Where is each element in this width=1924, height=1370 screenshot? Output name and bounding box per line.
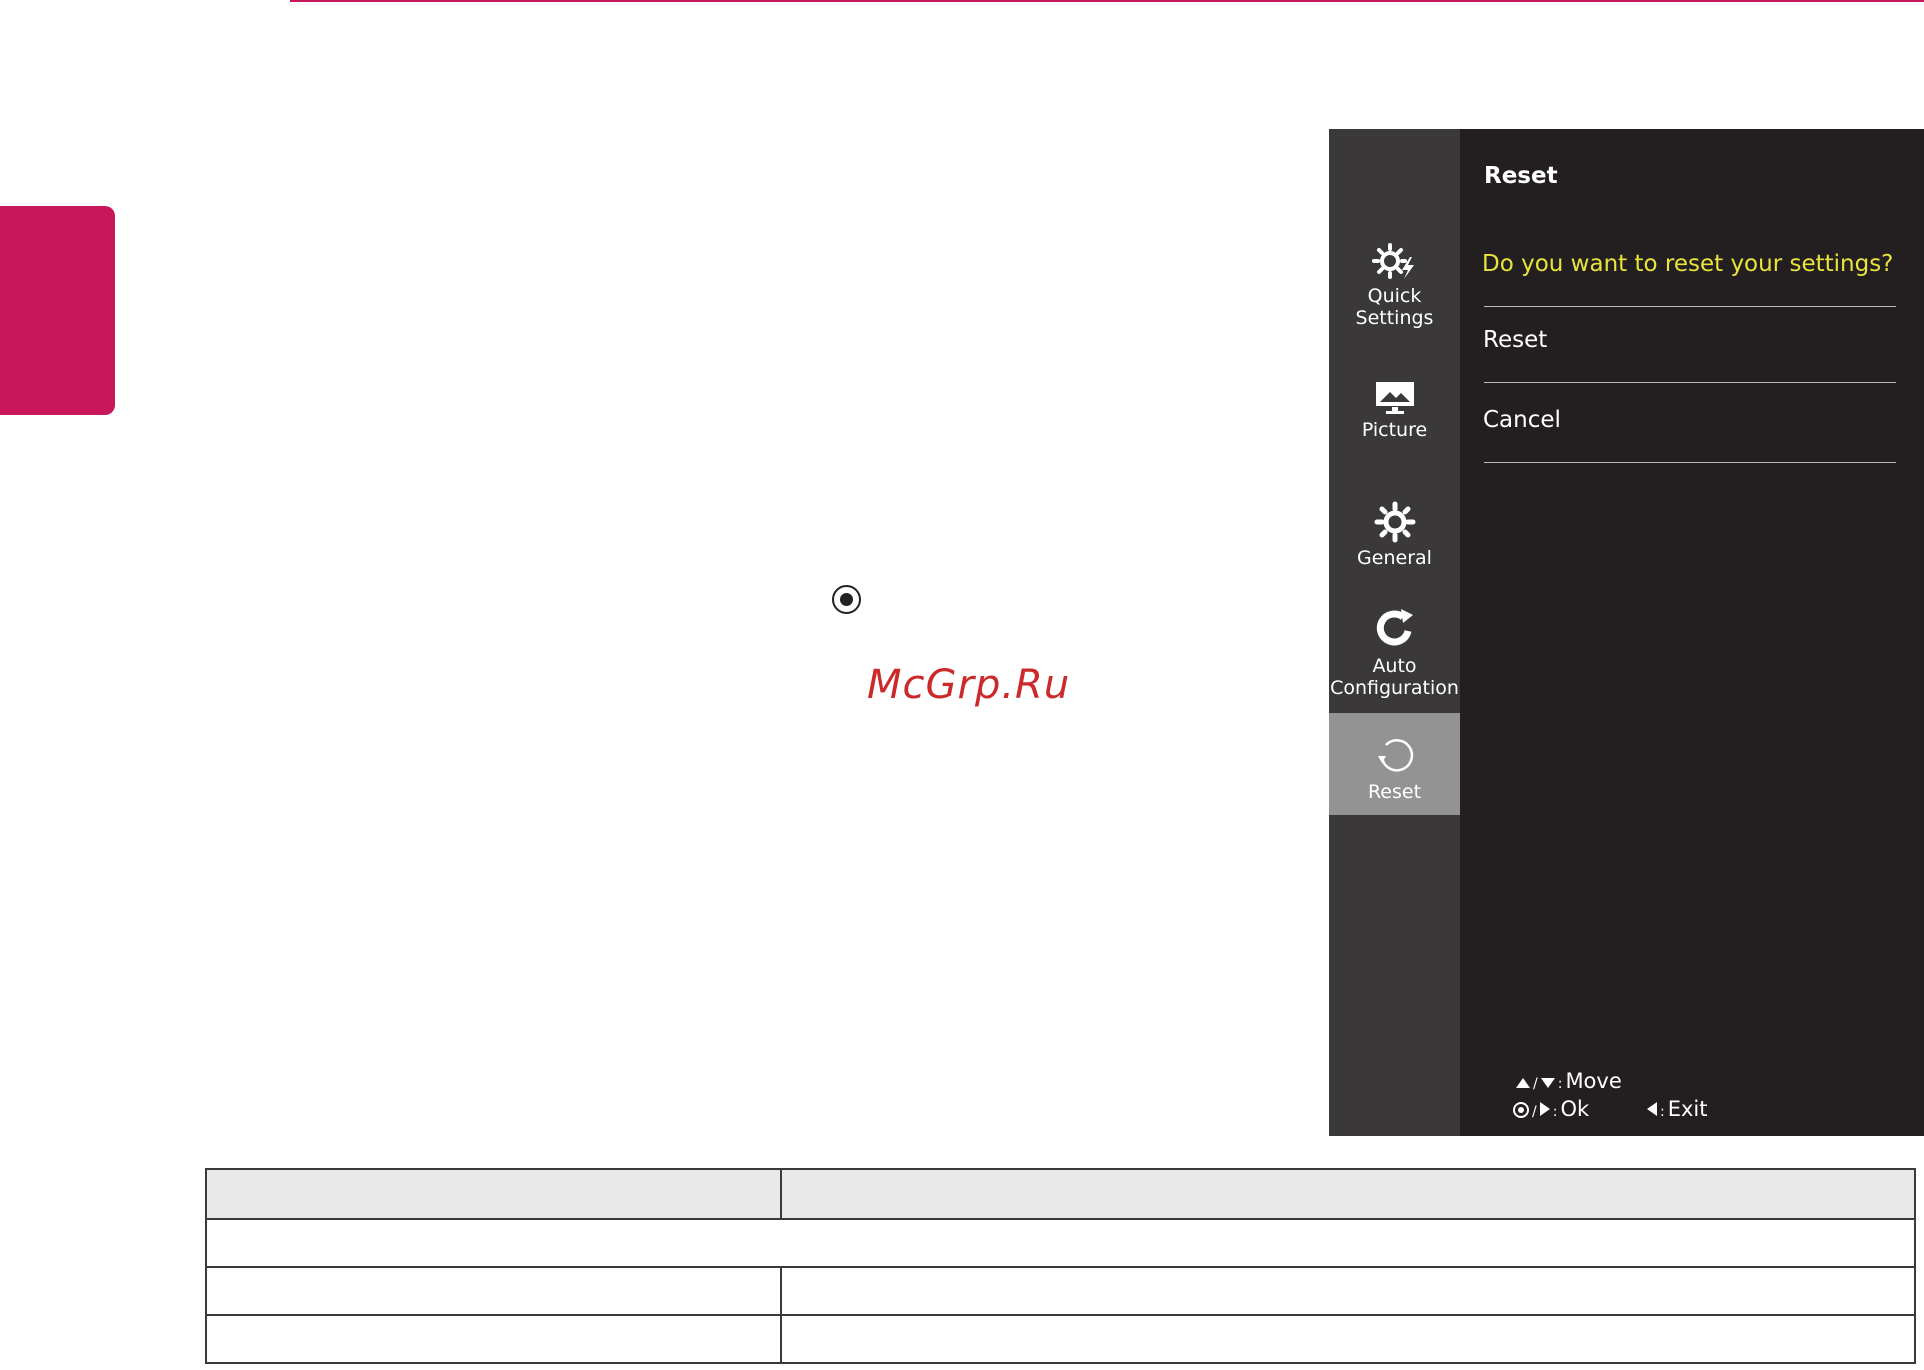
osd-title: Reset [1484,163,1558,189]
down-arrow-icon [1540,1078,1555,1088]
table-cell [780,1266,1916,1316]
chapter-tab [0,206,115,415]
table-header-row [205,1168,1916,1220]
osd-menu: Quick Settings Picture General Auto Conf… [1329,129,1924,1136]
divider [1484,382,1896,383]
table-cell [780,1314,1916,1364]
auto-config-icon [1376,609,1413,646]
table-cell [205,1266,782,1316]
help-exit: : Exit [1647,1097,1707,1121]
divider [1484,306,1896,307]
option-cancel[interactable]: Cancel [1483,407,1561,433]
help-ok-label: Ok [1560,1097,1590,1121]
table-header-cell [205,1168,782,1220]
nav-item-general[interactable]: General [1329,501,1460,621]
table-row [205,1218,1916,1268]
nav-label: General [1357,547,1432,569]
quick-settings-icon [1371,243,1414,279]
nav-label: Reset [1367,781,1422,803]
reset-icon [1377,739,1413,772]
nav-label: Picture [1361,419,1428,441]
watermark: McGrp.Ru [867,662,1071,708]
option-reset[interactable]: Reset [1483,327,1547,353]
reset-question: Do you want to reset your settings? [1482,251,1894,277]
nav-label-line2: Settings [1355,307,1434,329]
left-arrow-icon [1647,1102,1657,1116]
nav-item-picture[interactable]: Picture [1329,379,1460,499]
joystick-button-icon [832,585,861,614]
top-rule [290,0,1924,2]
right-arrow-icon [1539,1102,1550,1116]
nav-label-line1: Quick [1367,285,1422,307]
table-row [205,1266,1916,1316]
table-row [205,1314,1916,1364]
help-ok: /: Ok [1513,1097,1589,1121]
settings-table [205,1168,1916,1364]
nav-label-line2: Configuration [1330,677,1459,699]
picture-icon [1375,382,1414,414]
table-cell [205,1218,1916,1268]
table-cell [205,1314,782,1364]
help-exit-label: Exit [1667,1097,1708,1121]
up-arrow-icon [1516,1078,1530,1088]
help-move: /: Move [1516,1069,1622,1093]
nav-item-reset[interactable]: Reset [1329,713,1460,815]
nav-item-quick-settings[interactable]: Quick Settings [1329,241,1460,401]
osd-nav: Quick Settings Picture General Auto Conf… [1329,129,1460,1136]
gear-icon [1374,501,1415,543]
divider [1484,462,1896,463]
nav-label-line1: Auto [1372,655,1417,677]
table-header-cell [780,1168,1916,1220]
joystick-ok-icon [1513,1102,1529,1118]
help-move-label: Move [1565,1069,1622,1093]
